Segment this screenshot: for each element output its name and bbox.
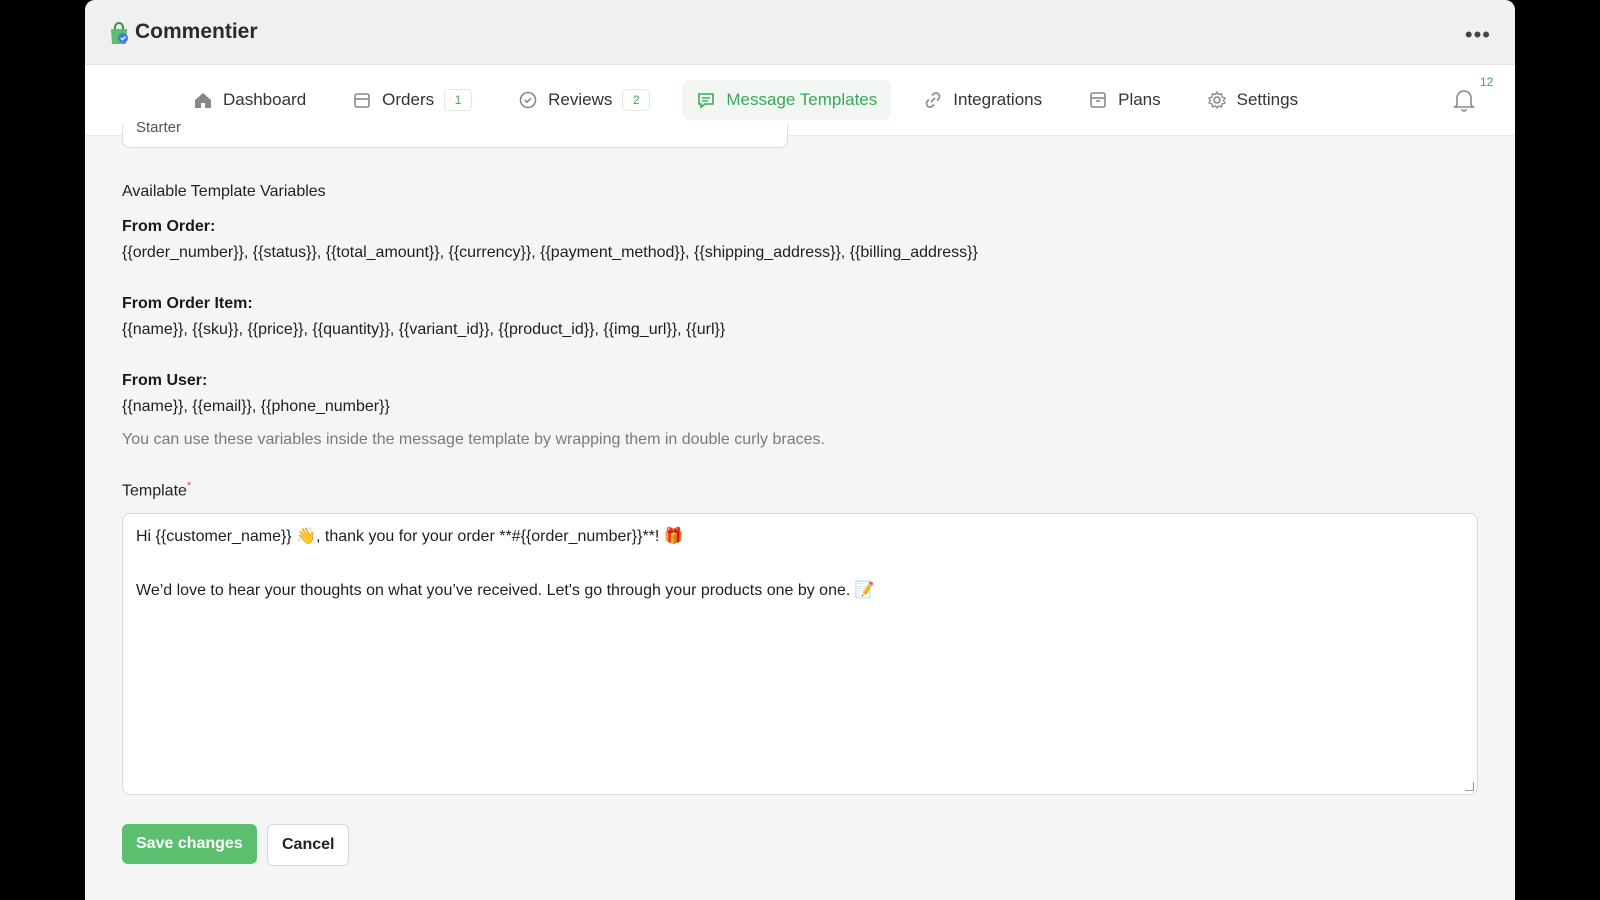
nav-item-integrations[interactable]: Integrations <box>909 80 1056 120</box>
shopping-bag-logo-icon <box>111 22 128 44</box>
reviews-count-badge: 2 <box>622 89 651 111</box>
notification-count: 12 <box>1480 75 1494 89</box>
more-options-icon[interactable]: ••• <box>1465 22 1491 48</box>
order-item-vars-heading: From Order Item: <box>122 295 253 312</box>
orders-count-badge: 1 <box>444 89 473 111</box>
user-vars-heading: From User: <box>122 372 208 389</box>
resize-handle[interactable] <box>1465 782 1474 791</box>
nav-label: Orders <box>382 90 435 109</box>
variables-hint: You can use these variables inside the m… <box>122 431 825 448</box>
order-vars-heading: From Order: <box>122 218 216 235</box>
nav-item-plans[interactable]: Plans <box>1074 80 1175 120</box>
template-line: Hi {{customer_name}} 👋, thank you for yo… <box>136 528 684 545</box>
nav-label: Settings <box>1236 90 1299 109</box>
variables-title: Available Template Variables <box>122 183 326 200</box>
nav-label: Reviews <box>548 90 613 109</box>
order-item-vars-list: {{name}}, {{sku}}, {{price}}, {{quantity… <box>122 321 726 338</box>
template-label: Template* <box>122 480 192 500</box>
nav-label: Dashboard <box>223 90 307 109</box>
home-icon <box>195 93 211 108</box>
message-icon <box>698 93 715 109</box>
user-vars-list: {{name}}, {{email}}, {{phone_number}} <box>122 398 390 415</box>
box-icon <box>1090 92 1106 108</box>
plan-name-input[interactable]: Starter <box>122 119 788 148</box>
plan-name-value: Starter <box>136 119 182 136</box>
check-circle-icon <box>519 91 537 109</box>
required-mark: * <box>186 480 192 492</box>
app-title: Commentier <box>135 20 258 43</box>
cancel-button[interactable]: Cancel <box>267 824 350 866</box>
nav-label: Message Templates <box>726 90 878 109</box>
gear-icon <box>1207 90 1226 110</box>
save-button[interactable]: Save changes <box>122 824 257 864</box>
nav-item-message-templates[interactable]: Message Templates <box>682 80 892 120</box>
template-line: We’d love to hear your thoughts on what … <box>136 582 875 599</box>
nav-item-dashboard[interactable]: Dashboard <box>179 80 320 120</box>
order-vars-list: {{order_number}}, {{status}}, {{total_am… <box>122 244 978 261</box>
nav-label: Integrations <box>953 90 1043 109</box>
template-textarea[interactable]: Hi {{customer_name}} 👋, thank you for yo… <box>122 513 1478 795</box>
nav-item-orders[interactable]: Orders 1 <box>338 80 486 120</box>
archive-icon <box>354 93 370 108</box>
nav-label: Plans <box>1118 90 1161 109</box>
bell-icon[interactable] <box>1452 87 1476 113</box>
app-window: Commentier ••• Dashboard Orders 1 Review… <box>85 0 1515 900</box>
nav-item-settings[interactable]: Settings <box>1193 80 1312 120</box>
title-bar: Commentier ••• <box>85 0 1515 65</box>
nav-item-reviews[interactable]: Reviews 2 <box>504 80 664 120</box>
link-icon <box>925 92 941 108</box>
